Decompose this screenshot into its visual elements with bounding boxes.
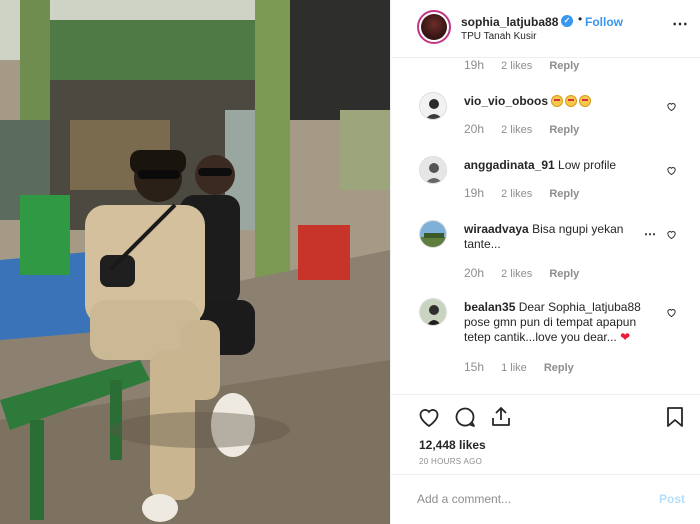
comment-likes[interactable]: 2 likes <box>501 188 532 200</box>
more-options-icon[interactable]: ⋯ <box>672 14 689 34</box>
commenter-avatar[interactable] <box>419 220 447 248</box>
comment-meta: 15h 1 like Reply <box>464 360 588 374</box>
star-struck-emoji-icon <box>565 95 578 107</box>
post-photo[interactable] <box>0 0 390 524</box>
comment-text: anggadinata_91 Low profile <box>464 158 649 173</box>
post-time-ago[interactable]: 20 HOURS AGO <box>419 457 482 466</box>
comment-likes[interactable]: 2 likes <box>501 60 532 72</box>
add-comment-input[interactable] <box>417 492 647 506</box>
follow-button[interactable]: Follow <box>585 15 623 29</box>
verified-badge-icon: ✓ <box>561 15 573 27</box>
poster-avatar[interactable] <box>417 10 451 44</box>
post-side-panel: sophia_latjuba88 ✓ • Follow TPU Tanah Ku… <box>390 0 700 524</box>
comment-options-icon[interactable]: ⋯ <box>644 227 657 241</box>
add-comment-bar: Post <box>391 474 700 524</box>
like-comment-heart-icon[interactable] <box>666 229 677 240</box>
like-comment-heart-icon[interactable] <box>666 307 677 318</box>
commenter-username[interactable]: bealan35 <box>464 300 515 314</box>
comment-likes[interactable]: 1 like <box>501 362 527 374</box>
commenter-username[interactable]: anggadinata_91 <box>464 158 555 172</box>
comment-meta: 19h 2 likes Reply <box>464 58 593 72</box>
like-comment-heart-icon[interactable] <box>666 165 677 176</box>
commenter-username[interactable]: vio_vio_oboos <box>464 94 548 108</box>
comment-text: wiraadvaya Bisa ngupi yekan tante... <box>464 222 649 252</box>
post-actions: 12,448 likes 20 HOURS AGO <box>391 394 700 474</box>
comment-meta: 20h 2 likes Reply <box>464 122 593 136</box>
post-comment-button[interactable]: Post <box>659 492 685 506</box>
commenter-avatar[interactable] <box>419 92 447 120</box>
comment-reply-button[interactable]: Reply <box>544 362 574 374</box>
comment-time[interactable]: 19h <box>464 58 484 72</box>
commenter-username[interactable]: wiraadvaya <box>464 222 529 236</box>
comment-likes[interactable]: 2 likes <box>501 124 532 136</box>
comment-reply-button[interactable]: Reply <box>549 188 579 200</box>
comment-time[interactable]: 20h <box>464 266 484 280</box>
comment-bubble-icon[interactable] <box>453 405 477 429</box>
post-photo-illustration <box>0 0 390 524</box>
commenter-avatar[interactable] <box>419 298 447 326</box>
comment-likes[interactable]: 2 likes <box>501 268 532 280</box>
comment-time[interactable]: 15h <box>464 360 484 374</box>
comment-time[interactable]: 19h <box>464 186 484 200</box>
comment-meta: 19h 2 likes Reply <box>464 186 593 200</box>
commenter-avatar[interactable] <box>419 156 447 184</box>
comments-list[interactable]: 19h 2 likes Reply vio_vio_oboos 20h 2 li… <box>391 58 700 394</box>
header-separator: • <box>578 12 583 26</box>
post-location[interactable]: TPU Tanah Kusir <box>461 31 536 42</box>
post-header: sophia_latjuba88 ✓ • Follow TPU Tanah Ku… <box>391 0 700 58</box>
comment-text: vio_vio_oboos <box>464 94 649 109</box>
comment-text: bealan35 Dear Sophia_latjuba88 pose gmn … <box>464 300 649 345</box>
comment-reply-button[interactable]: Reply <box>549 124 579 136</box>
like-comment-heart-icon[interactable] <box>666 101 677 112</box>
red-heart-emoji-icon: ❤ <box>620 330 631 344</box>
star-struck-emoji-icon <box>579 95 592 107</box>
bookmark-save-icon[interactable] <box>663 405 687 429</box>
like-heart-icon[interactable] <box>417 405 441 429</box>
comment-time[interactable]: 20h <box>464 122 484 136</box>
like-count[interactable]: 12,448 likes <box>419 438 486 452</box>
poster-username[interactable]: sophia_latjuba88 <box>461 15 558 29</box>
share-upload-icon[interactable] <box>489 405 513 429</box>
comment-body: Low profile <box>558 158 617 172</box>
comment-reply-button[interactable]: Reply <box>549 60 579 72</box>
comment-meta: 20h 2 likes Reply <box>464 266 593 280</box>
comment-reply-button[interactable]: Reply <box>549 268 579 280</box>
star-struck-emoji-icon <box>551 95 564 107</box>
